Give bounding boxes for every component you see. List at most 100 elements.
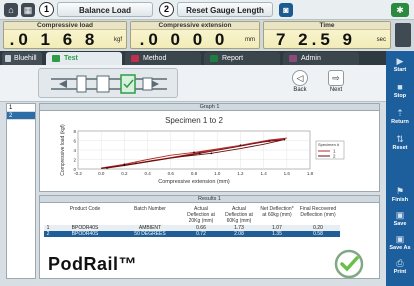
x-tick-label: 1.2 xyxy=(237,171,244,176)
status-wrench-icon[interactable]: ✱ xyxy=(391,3,409,17)
specimen-row-1[interactable]: 1 xyxy=(7,104,35,112)
next-arrow-icon: ⇨ xyxy=(328,70,344,86)
return-label: Return xyxy=(391,119,409,125)
x-tick-label: 0.2 xyxy=(121,171,128,176)
time-readout: Time 7 2.5 9 sec xyxy=(263,21,391,49)
graph-panel: Graph 1 Specimen 1 to 2 0 2 4 6 8 -0.2 0.0 0.2 0.… xyxy=(39,103,380,192)
extension-readout-value: .0 0 0 0 xyxy=(139,30,229,49)
method-tab-icon xyxy=(131,55,139,62)
table-cell: 0.72 xyxy=(182,231,220,237)
results-header-row: Product Code Batch Number Actual Deflect… xyxy=(44,205,340,225)
action-sidebar: ▶ Start ■ Stop ⇡ Return ⇅ Reset ⚑ Finish… xyxy=(386,51,414,286)
series-1-point xyxy=(193,151,195,154)
save-as-icon: ▣ xyxy=(395,234,405,244)
results-header: Final Recovered Deflection (mm) xyxy=(299,206,337,218)
brand-label: PodRail™ xyxy=(48,254,138,274)
readout-strip: Compressive load .0 1 6 8 kgf Compressiv… xyxy=(0,20,414,50)
table-cell: 1.35 xyxy=(258,231,296,237)
series-2-point xyxy=(106,167,108,169)
back-arrow-icon: ◁ xyxy=(292,70,308,86)
instrument-icon[interactable]: ◙ xyxy=(279,3,293,17)
table-cell: 2.08 xyxy=(220,231,258,237)
top-bar: ⌂ ▦ 1 Balance Load 2 Reset Gauge Length … xyxy=(0,0,414,20)
results-header xyxy=(44,205,52,225)
x-tick-label: -0.2 xyxy=(74,171,82,176)
admin-tab-icon xyxy=(289,55,297,62)
grid-icon[interactable]: ▦ xyxy=(21,3,35,17)
results-panel-title: Results 1 xyxy=(40,196,379,203)
table-cell: 50 DEGREES xyxy=(118,231,182,237)
stop-label: Stop xyxy=(393,93,407,99)
stop-icon: ■ xyxy=(397,82,403,92)
back-button[interactable]: ◁ Back xyxy=(286,70,314,96)
tab-test-label: Test xyxy=(64,55,78,62)
series-2-point xyxy=(210,152,213,155)
step-1-icon xyxy=(76,75,87,93)
save-button[interactable]: ▣ Save xyxy=(386,211,414,228)
table-cell: 0.58 xyxy=(296,231,340,237)
load-readout-unit: kgf xyxy=(113,37,122,43)
test-tab-icon xyxy=(52,55,60,62)
fixture-icon[interactable] xyxy=(395,23,411,47)
specimen-row-2[interactable]: 2 xyxy=(7,112,35,120)
finish-label: Finish xyxy=(391,197,409,203)
print-button[interactable]: ⎙ Print xyxy=(386,259,414,276)
series-2-point xyxy=(123,164,126,167)
results-header: Actual Deflection at 20Kg (mm) xyxy=(187,206,215,224)
back-label: Back xyxy=(293,87,307,93)
tab-test[interactable]: Test xyxy=(46,52,122,65)
x-tick-label: 1.6 xyxy=(284,171,291,176)
bluehill-icon xyxy=(5,55,11,62)
load-readout-value: .0 1 6 8 xyxy=(9,30,99,49)
load-readout: Compressive load .0 1 6 8 kgf xyxy=(3,21,127,49)
x-tick-label: 1.8 xyxy=(307,171,314,176)
start-button[interactable]: ▶ Start xyxy=(386,57,414,74)
series-2-point xyxy=(198,152,201,155)
tab-admin[interactable]: Admin xyxy=(283,52,359,65)
tab-admin-label: Admin xyxy=(301,55,321,62)
workflow-diagram xyxy=(38,68,178,98)
save-as-button[interactable]: ▣ Save As xyxy=(386,234,414,252)
x-tick-label: 0.0 xyxy=(98,171,105,176)
load-readout-label: Compressive load xyxy=(4,22,126,30)
print-label: Print xyxy=(393,269,407,275)
tab-report-label: Report xyxy=(222,55,244,62)
finish-flag-icon: ⚑ xyxy=(395,186,405,196)
results-header: Batch Number xyxy=(134,206,166,212)
tab-method[interactable]: Method xyxy=(125,52,201,65)
reset-gauge-length-button[interactable]: Reset Gauge Length xyxy=(177,2,273,17)
time-readout-unit: sec xyxy=(376,37,386,43)
extension-readout-unit: mm xyxy=(245,37,255,43)
finish-button[interactable]: ⚑ Finish xyxy=(386,186,414,204)
tab-report[interactable]: Report xyxy=(204,52,280,65)
reset-label: Reset xyxy=(392,145,408,151)
graph-panel-title: Graph 1 xyxy=(40,104,379,111)
next-label: Next xyxy=(329,87,343,93)
next-button[interactable]: ⇨ Next xyxy=(322,70,350,96)
return-button[interactable]: ⇡ Return xyxy=(386,109,414,126)
x-tick-label: 1.0 xyxy=(214,171,221,176)
table-row[interactable]: 2 BPODR40S 50 DEGREES 0.72 2.08 1.35 0.5… xyxy=(44,231,340,237)
x-tick-label: 0.4 xyxy=(144,171,151,176)
results-table: Product Code Batch Number Actual Deflect… xyxy=(44,205,340,237)
balance-load-button[interactable]: Balance Load xyxy=(57,2,153,17)
home-button[interactable]: Bluehill xyxy=(2,52,42,65)
y-tick-label: 8 xyxy=(73,129,76,134)
step-2-icon xyxy=(96,75,110,93)
home-button-label: Bluehill xyxy=(14,55,37,62)
tab-bar: Bluehill Test Method Report Admin xyxy=(0,51,386,65)
app-window: ⌂ ▦ 1 Balance Load 2 Reset Gauge Length … xyxy=(0,0,414,286)
time-readout-value: 7 2.5 9 xyxy=(276,30,356,49)
save-as-label: Save As xyxy=(389,245,411,251)
reset-button[interactable]: ⇅ Reset xyxy=(386,134,414,152)
x-tick-label: 1.4 xyxy=(260,171,267,176)
home-icon[interactable]: ⌂ xyxy=(4,3,18,17)
stop-button[interactable]: ■ Stop xyxy=(386,82,414,100)
legend-title: Specimen # xyxy=(318,142,340,147)
results-header: Product Code xyxy=(69,206,101,212)
load-extension-chart: Specimen 1 to 202468-0.2 0.0 0.2 0.4 0.6 0.8 1… xyxy=(60,116,345,185)
table-cell: 2 xyxy=(44,231,52,237)
tab-method-label: Method xyxy=(143,55,167,62)
reset-icon: ⇅ xyxy=(396,134,404,144)
channel-2-number: 2 xyxy=(159,2,174,17)
